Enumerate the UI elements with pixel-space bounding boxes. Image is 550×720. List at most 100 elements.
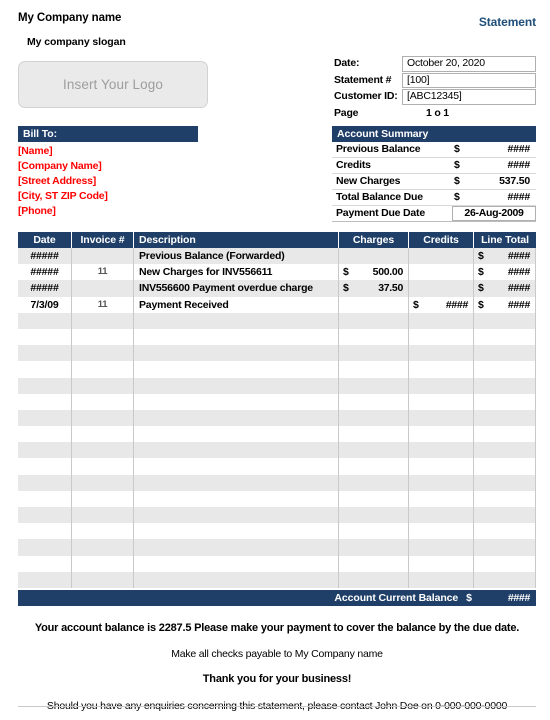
cell-line-total-value: ####	[507, 266, 530, 279]
table-row[interactable]: ##### INV556600 Payment overdue charge $…	[18, 280, 536, 297]
page-title: Statement	[478, 15, 536, 29]
cell-invoice	[72, 280, 134, 297]
cell-charges: $ 37.50	[339, 280, 409, 297]
cell-empty	[409, 426, 474, 443]
cell-empty	[72, 442, 134, 459]
cell-invoice-clipped-text: INV5566 11	[72, 297, 133, 313]
cell-empty	[72, 507, 134, 524]
cell-empty	[18, 393, 72, 410]
table-row-empty[interactable]	[18, 458, 536, 475]
cell-empty	[134, 458, 339, 475]
field-date-label: Date:	[334, 57, 360, 69]
table-row-empty[interactable]	[18, 345, 536, 362]
cell-empty	[18, 458, 72, 475]
cell-empty	[72, 458, 134, 475]
table-row[interactable]: 7/3/09 INV5566 11 Payment Received $ ###…	[18, 296, 536, 313]
cell-empty	[18, 507, 72, 524]
cell-empty	[72, 361, 134, 378]
cell-empty	[18, 571, 72, 588]
table-row-empty[interactable]	[18, 523, 536, 540]
cell-empty	[474, 312, 536, 329]
account-summary-header: Account Summary	[332, 126, 536, 142]
cell-empty	[474, 523, 536, 540]
bill-to-company[interactable]: [Company Name]	[18, 159, 198, 174]
cell-empty	[409, 555, 474, 572]
table-row[interactable]: ##### INV5566 11 New Charges for INV5566…	[18, 264, 536, 281]
column-header-charges: Charges	[339, 232, 409, 248]
cell-empty	[474, 328, 536, 346]
cell-line-total-currency: $	[478, 298, 484, 311]
summary-value-payment-due-date[interactable]: 26-Aug-2009	[452, 206, 536, 221]
cell-empty	[134, 426, 339, 443]
summary-label-previous-balance: Previous Balance	[336, 143, 421, 155]
cell-line-total: $ ####	[474, 296, 536, 313]
table-row[interactable]: ##### Previous Balance (Forwarded) $ ###…	[18, 248, 536, 265]
table-row-empty[interactable]	[18, 555, 536, 572]
cell-date: #####	[18, 264, 72, 281]
summary-amount-total-balance-due: ####	[507, 191, 530, 203]
cell-empty	[409, 507, 474, 524]
cell-empty	[72, 393, 134, 410]
table-row-empty[interactable]	[18, 490, 536, 507]
table-row-empty[interactable]	[18, 474, 536, 491]
logo-placeholder[interactable]: Insert Your Logo	[18, 61, 208, 108]
column-header-line-total: Line Total	[481, 234, 529, 246]
table-row-empty[interactable]	[18, 409, 536, 427]
field-date: Date: October 20, 2020	[334, 56, 536, 72]
account-current-balance-label: Account Current Balance	[334, 592, 459, 604]
bill-to-street[interactable]: [Street Address]	[18, 174, 198, 189]
cell-empty	[409, 490, 474, 507]
cell-empty	[72, 474, 134, 491]
cell-empty	[474, 507, 536, 524]
table-row-empty[interactable]	[18, 539, 536, 556]
summary-amount-previous-balance: ####	[507, 143, 530, 155]
table-row-empty[interactable]	[18, 442, 536, 459]
table-row-empty[interactable]	[18, 361, 536, 378]
cell-empty	[339, 409, 409, 427]
line-items-table: Date Invoice # Description Charges Credi…	[18, 232, 536, 588]
cell-line-total: $ ####	[474, 280, 536, 297]
cell-empty	[18, 539, 72, 556]
column-header-date: Date	[18, 232, 72, 248]
table-row-empty[interactable]	[18, 312, 536, 329]
cell-empty	[339, 377, 409, 394]
cell-charges: $ 500.00	[339, 264, 409, 281]
field-date-value[interactable]: October 20, 2020	[402, 56, 536, 72]
cell-empty	[134, 539, 339, 556]
cell-empty	[18, 523, 72, 540]
field-customer-id-value[interactable]: [ABC12345]	[402, 89, 536, 105]
cell-empty	[339, 345, 409, 362]
table-row-empty[interactable]	[18, 571, 536, 588]
field-statement-number-value[interactable]: [100]	[402, 72, 536, 88]
summary-label-credits: Credits	[336, 159, 371, 171]
bill-to-city-state-zip[interactable]: [City, ST ZIP Code]	[18, 189, 198, 204]
logo-placeholder-label: Insert Your Logo	[63, 77, 163, 92]
cell-invoice-clipped-line1: INV5566	[72, 264, 133, 267]
cell-empty	[134, 328, 339, 346]
cell-empty	[134, 474, 339, 491]
cell-empty	[18, 312, 72, 329]
column-header-invoice: Invoice #	[72, 232, 134, 248]
bill-to-phone[interactable]: [Phone]	[18, 204, 198, 219]
summary-amount-credits: ####	[507, 159, 530, 171]
footer-balance-note: Your account balance is 2287.5 Please ma…	[34, 622, 520, 634]
cell-empty	[409, 523, 474, 540]
cell-invoice-clipped-line2: 11	[97, 298, 108, 310]
table-row-empty[interactable]	[18, 377, 536, 394]
cell-empty	[134, 393, 339, 410]
table-row-empty[interactable]	[18, 328, 536, 346]
column-header-credits: Credits	[409, 232, 474, 248]
table-row-empty[interactable]	[18, 507, 536, 524]
cell-empty	[134, 523, 339, 540]
cell-empty	[134, 377, 339, 394]
cell-description: New Charges for INV556611	[134, 264, 339, 281]
table-row-empty[interactable]	[18, 426, 536, 443]
cell-empty	[72, 523, 134, 540]
cell-description: Payment Received	[134, 296, 339, 313]
cell-credits	[409, 248, 474, 265]
cell-empty	[339, 523, 409, 540]
cell-empty	[72, 426, 134, 443]
cell-empty	[409, 409, 474, 427]
table-row-empty[interactable]	[18, 393, 536, 410]
bill-to-name[interactable]: [Name]	[18, 144, 198, 159]
